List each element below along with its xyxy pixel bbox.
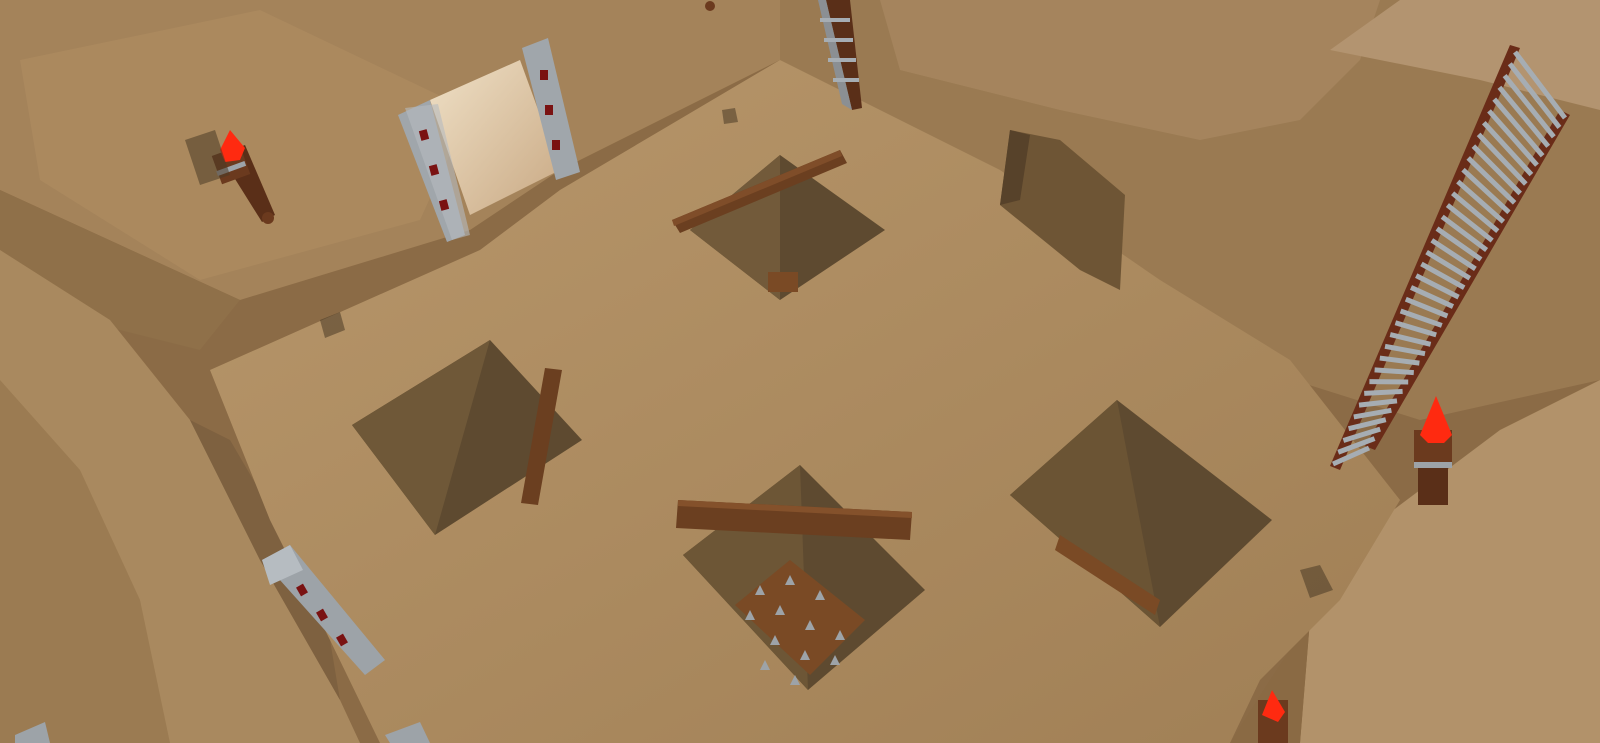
game-viewport[interactable] [0,0,1600,743]
ladder-rung [1364,388,1403,396]
wall-hook [705,1,715,11]
ladder-rung [1374,367,1414,376]
